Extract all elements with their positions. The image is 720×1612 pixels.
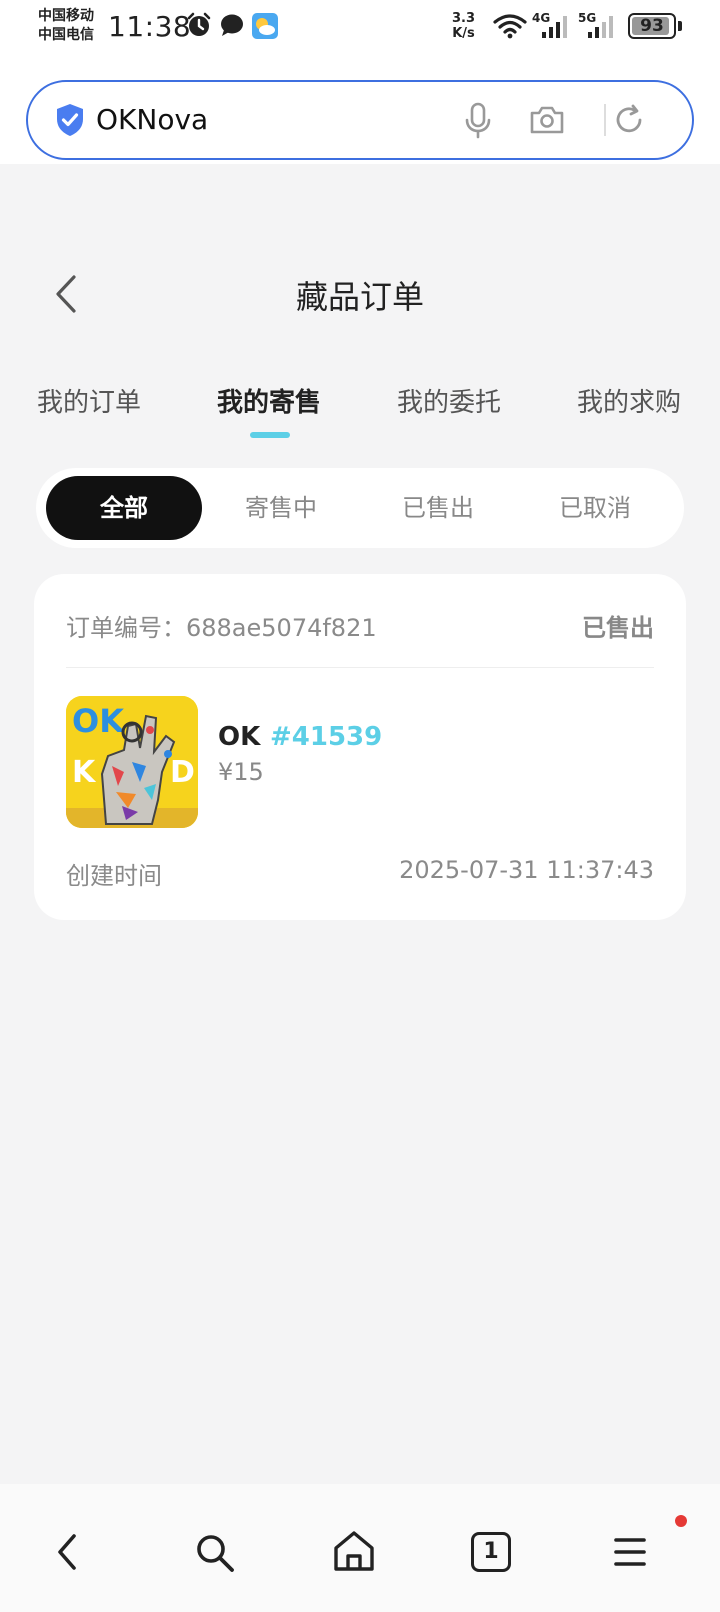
filter-all[interactable]: 全部 bbox=[46, 476, 202, 540]
page-title: 藏品订单 bbox=[295, 278, 424, 316]
tabs-icon[interactable]: 1 bbox=[471, 1532, 511, 1572]
created-time-value: 2025-07-31 11:37:43 bbox=[399, 856, 654, 884]
alarm-icon bbox=[187, 12, 211, 36]
filter-cancelled[interactable]: 已取消 bbox=[517, 476, 673, 540]
collectible-thumbnail[interactable]: OK K D bbox=[66, 696, 198, 828]
network-speed: 3.3 K/s bbox=[452, 11, 475, 41]
browser-address-area: OKNova bbox=[0, 60, 720, 164]
network-speed-unit: K/s bbox=[452, 26, 475, 41]
network-speed-value: 3.3 bbox=[452, 11, 476, 26]
tab-my-commissions[interactable]: 我的委托 bbox=[397, 382, 501, 419]
status-bar: 中国移动 中国电信 11:38 3.3 K/s 4G 5G 93 bbox=[0, 0, 720, 60]
carrier-info: 中国移动 中国电信 bbox=[38, 7, 94, 45]
home-icon[interactable] bbox=[331, 1528, 377, 1574]
browser-bottom-nav: 1 bbox=[0, 1484, 720, 1612]
created-time-label: 创建时间 bbox=[66, 862, 162, 890]
tab-my-purchase-requests[interactable]: 我的求购 bbox=[577, 382, 681, 419]
battery-level: 93 bbox=[640, 16, 664, 36]
filter-sold[interactable]: 已售出 bbox=[360, 476, 516, 540]
search-divider bbox=[604, 104, 606, 136]
order-card[interactable]: 订单编号：688ae5074f821 已售出 OK K D OK #41539 … bbox=[34, 574, 686, 920]
svg-text:K: K bbox=[72, 755, 97, 790]
svg-text:D: D bbox=[170, 755, 195, 790]
status-badge: 已售出 bbox=[582, 614, 654, 642]
back-icon[interactable] bbox=[52, 1532, 84, 1572]
chat-bubble-icon bbox=[221, 14, 243, 36]
filter-on-sale[interactable]: 寄售中 bbox=[203, 476, 359, 540]
status-filter-bar: 全部 寄售中 已售出 已取消 bbox=[36, 468, 684, 548]
order-number-label: 订单编号： bbox=[66, 614, 186, 642]
menu-icon[interactable] bbox=[612, 1534, 648, 1570]
search-input[interactable]: OKNova bbox=[26, 80, 694, 160]
signal-icon bbox=[588, 16, 613, 38]
carrier-2: 中国电信 bbox=[38, 27, 94, 43]
status-time: 11:38 bbox=[108, 10, 192, 43]
search-query: OKNova bbox=[96, 103, 209, 136]
artwork-text: OK bbox=[72, 702, 125, 740]
refresh-icon[interactable] bbox=[612, 103, 646, 137]
signal-icon bbox=[542, 16, 567, 38]
camera-icon[interactable] bbox=[528, 104, 566, 136]
active-tab-indicator bbox=[250, 432, 290, 438]
collectible-price: ¥15 bbox=[218, 758, 264, 786]
battery-icon: 93 bbox=[628, 13, 676, 39]
microphone-icon[interactable] bbox=[464, 102, 492, 140]
collectible-artwork: OK K D bbox=[66, 696, 198, 828]
weather-icon bbox=[252, 13, 278, 39]
tab-my-orders[interactable]: 我的订单 bbox=[37, 382, 141, 419]
shield-icon bbox=[57, 104, 83, 136]
carrier-1: 中国移动 bbox=[38, 8, 94, 24]
notification-dot bbox=[675, 1515, 687, 1527]
collectible-number: #41539 bbox=[270, 722, 383, 752]
collectible-name: OK bbox=[218, 722, 261, 752]
order-number: 订单编号：688ae5074f821 bbox=[66, 608, 377, 643]
search-icon[interactable] bbox=[194, 1532, 236, 1574]
wifi-icon bbox=[493, 14, 527, 39]
card-divider bbox=[66, 667, 654, 668]
tab-my-consignments[interactable]: 我的寄售 bbox=[217, 382, 321, 419]
tab-count: 1 bbox=[483, 1539, 499, 1564]
order-number-value: 688ae5074f821 bbox=[186, 614, 377, 642]
battery-cap bbox=[678, 21, 682, 31]
